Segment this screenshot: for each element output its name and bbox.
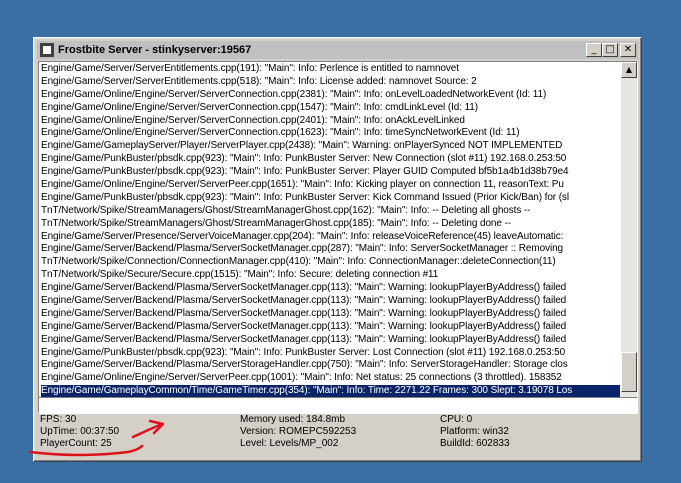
minimize-button[interactable]: _ bbox=[586, 43, 602, 57]
scroll-thumb[interactable] bbox=[621, 352, 637, 392]
vertical-scrollbar[interactable]: ▲ ▼ bbox=[621, 62, 637, 413]
log-line[interactable]: Engine/Game/Server/Backend/Plasma/Server… bbox=[41, 334, 620, 347]
log-line[interactable]: Engine/Game/Server/ServerEntitlements.cp… bbox=[41, 63, 620, 76]
log-line[interactable]: Engine/Game/Online/Engine/Server/ServerP… bbox=[41, 179, 620, 192]
log-line[interactable]: Engine/Game/Server/Backend/Plasma/Server… bbox=[41, 282, 620, 295]
close-button[interactable]: ✕ bbox=[620, 43, 636, 57]
log-line[interactable]: Engine/Game/PunkBuster/pbsdk.cpp(923): "… bbox=[41, 153, 620, 166]
scroll-up-button[interactable]: ▲ bbox=[621, 62, 637, 78]
log-line[interactable]: Engine/Game/PunkBuster/pbsdk.cpp(923): "… bbox=[41, 166, 620, 179]
server-window: Frostbite Server - stinkyserver:19567 _ … bbox=[33, 37, 642, 462]
player-count-stat: PlayerCount: 25 bbox=[40, 438, 112, 449]
maximize-button[interactable]: □ bbox=[602, 43, 618, 57]
log-line[interactable]: Engine/Game/Server/Backend/Plasma/Server… bbox=[41, 243, 620, 256]
log-line[interactable]: Engine/Game/Server/ServerEntitlements.cp… bbox=[41, 76, 620, 89]
platform-stat: Platform: win32 bbox=[440, 426, 509, 437]
fps-stat: FPS: 30 bbox=[40, 414, 77, 425]
log-line[interactable]: Engine/Game/PunkBuster/pbsdk.cpp(923): "… bbox=[41, 347, 620, 360]
title-bar[interactable]: Frostbite Server - stinkyserver:19567 _ … bbox=[37, 41, 638, 59]
memory-stat: Memory used: 184.8mb bbox=[240, 414, 346, 425]
log-line[interactable]: TnT/Network/Spike/Secure/Secure.cpp(1515… bbox=[41, 269, 620, 282]
log-line[interactable]: TnT/Network/Spike/Connection/ConnectionM… bbox=[41, 256, 620, 269]
log-line[interactable]: TnT/Network/Spike/StreamManagers/Ghost/S… bbox=[41, 218, 620, 231]
level-stat: Level: Levels/MP_002 bbox=[240, 438, 339, 449]
log-line[interactable]: Engine/Game/Server/Backend/Plasma/Server… bbox=[41, 321, 620, 334]
log-line[interactable]: Engine/Game/Online/Engine/Server/ServerC… bbox=[41, 89, 620, 102]
command-input[interactable] bbox=[38, 397, 638, 413]
log-line[interactable]: Engine/Game/Online/Engine/Server/ServerP… bbox=[41, 372, 620, 385]
build-id-stat: BuildId: 602833 bbox=[440, 438, 510, 449]
log-line[interactable]: Engine/Game/GameplayServer/Player/Server… bbox=[41, 140, 620, 153]
version-stat: Version: ROMEPC592253 bbox=[240, 426, 357, 437]
log-line[interactable]: Engine/Game/Server/Backend/Plasma/Server… bbox=[41, 359, 620, 372]
log-line[interactable]: Engine/Game/PunkBuster/pbsdk.cpp(923): "… bbox=[41, 192, 620, 205]
cpu-stat: CPU: 0 bbox=[440, 414, 473, 425]
log-line[interactable]: Engine/Game/Server/Presence/ServerVoiceM… bbox=[41, 231, 620, 244]
log-line[interactable]: Engine/Game/Server/Backend/Plasma/Server… bbox=[41, 308, 620, 321]
window-title: Frostbite Server - stinkyserver:19567 bbox=[58, 44, 252, 56]
app-icon bbox=[40, 43, 54, 57]
uptime-stat: UpTime: 00:37:50 bbox=[40, 426, 120, 437]
log-line[interactable]: Engine/Game/Online/Engine/Server/ServerC… bbox=[41, 102, 620, 115]
status-panel: FPS: 30 UpTime: 00:37:50 PlayerCount: 25… bbox=[38, 414, 638, 460]
log-line[interactable]: Engine/Game/Server/Backend/Plasma/Server… bbox=[41, 295, 620, 308]
log-line[interactable]: Engine/Game/Online/Engine/Server/ServerC… bbox=[41, 127, 620, 140]
log-line[interactable]: TnT/Network/Spike/StreamManagers/Ghost/S… bbox=[41, 205, 620, 218]
log-listbox[interactable]: Engine/Game/Server/ServerEntitlements.cp… bbox=[38, 61, 638, 414]
log-line[interactable]: Engine/Game/Online/Engine/Server/ServerC… bbox=[41, 115, 620, 128]
